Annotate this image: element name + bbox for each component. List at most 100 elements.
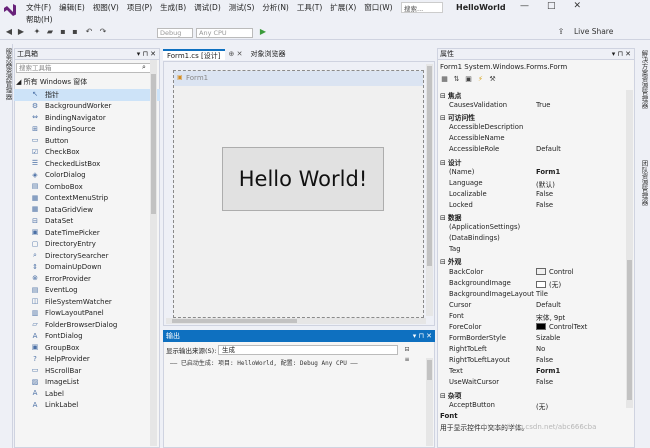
toolbox-item[interactable]: ⚙ BackgroundWorker [14, 101, 160, 113]
property-value[interactable]: ControlText [536, 323, 623, 334]
toolbox-item[interactable]: ▢ DirectoryEntry [14, 239, 160, 251]
maximize-button[interactable]: □ [547, 1, 556, 11]
menu-item[interactable]: 项目(P) [123, 2, 156, 13]
menu-item[interactable]: 文件(F) [22, 2, 55, 13]
property-category[interactable]: 可访问性 [438, 112, 623, 123]
property-value[interactable]: False [536, 356, 623, 367]
toolbox-item[interactable]: ⇔ BindingNavigator [14, 112, 160, 124]
output-scroll-thumb[interactable] [427, 360, 432, 380]
property-value[interactable]: No [536, 345, 623, 356]
property-value[interactable]: Control [536, 268, 623, 279]
property-value[interactable] [536, 112, 623, 123]
property-value[interactable] [536, 90, 623, 101]
toolbox-item[interactable]: ▣ DateTimePicker [14, 227, 160, 239]
toolbox-pin-controls[interactable]: ▾ ⊓ ✕ [137, 49, 159, 60]
output-pin-controls[interactable]: ▾ ⊓ ✕ [413, 330, 435, 342]
alphabetical-icon[interactable]: ⇅ [452, 75, 461, 84]
property-row[interactable]: BackgroundImage (无) [438, 279, 623, 290]
property-value[interactable]: Default [536, 301, 623, 312]
output-source-combo[interactable]: 生成 [218, 345, 398, 355]
toolbox-search-input[interactable]: 搜索工具箱 [16, 63, 157, 73]
property-value[interactable]: True [536, 101, 623, 112]
tab-object-browser[interactable]: 对象浏览器 [246, 49, 289, 60]
menu-item[interactable]: 工具(T) [293, 2, 326, 13]
save-icon[interactable]: ▪ [58, 27, 68, 37]
menu-item[interactable]: 测试(S) [225, 2, 259, 13]
config-combo[interactable]: Debug [157, 28, 193, 38]
property-category[interactable]: 杂项 [438, 390, 623, 401]
platform-combo[interactable]: Any CPU [196, 28, 253, 38]
property-value[interactable]: (默认) [536, 179, 623, 190]
property-value[interactable] [536, 223, 623, 234]
categorized-icon[interactable]: ▦ [440, 75, 449, 84]
toolbox-item[interactable]: ◈ ColorDialog [14, 170, 160, 182]
close-button[interactable]: ✕ [574, 1, 582, 11]
team-explorer-tab[interactable]: 团队资源管理器 [639, 160, 649, 206]
property-row[interactable]: BackgroundImageLayout Tile [438, 290, 623, 301]
toolbox-item[interactable]: ⇕ DomainUpDown [14, 262, 160, 274]
live-share-icon[interactable]: ⇪ [556, 27, 566, 37]
output-toolbar-icons[interactable]: ⊟ ≡ [402, 345, 412, 363]
toolbox-item[interactable]: ▤ EventLog [14, 285, 160, 297]
toolbox-item[interactable]: ▣ GroupBox [14, 342, 160, 354]
new-project-icon[interactable]: ✦ [32, 27, 42, 37]
toolbox-item[interactable]: ▦ ContextMenuStrip [14, 193, 160, 205]
hello-world-button[interactable]: Hello World! [222, 147, 384, 211]
toolbox-item[interactable]: A FontDialog [14, 331, 160, 343]
property-row[interactable]: Locked False [438, 201, 623, 212]
forward-icon[interactable]: ▶ [16, 27, 26, 37]
menu-item[interactable]: 编辑(E) [55, 2, 89, 13]
property-row[interactable]: AccessibleName [438, 134, 623, 145]
property-row[interactable]: FormBorderStyle Sizable [438, 334, 623, 345]
menu-item[interactable]: 生成(B) [156, 2, 190, 13]
output-scrollbar[interactable] [426, 358, 433, 446]
property-value[interactable]: False [536, 201, 623, 212]
toolbox-item[interactable]: ☑ CheckBox [14, 147, 160, 159]
property-category[interactable]: 数据 [438, 212, 623, 223]
property-value[interactable]: 宋体, 9pt [536, 312, 623, 323]
property-row[interactable]: Font 宋体, 9pt [438, 312, 623, 323]
designer-vscroll-thumb[interactable] [427, 66, 432, 266]
toolbox-item[interactable]: A Label [14, 388, 160, 400]
property-row[interactable]: BackColor Control [438, 268, 623, 279]
designer-vscrollbar[interactable] [426, 64, 433, 316]
toolbox-item[interactable]: ⊗ ErrorProvider [14, 273, 160, 285]
property-row[interactable]: Text Form1 [438, 367, 623, 378]
property-row[interactable]: CausesValidation True [438, 101, 623, 112]
toolbox-group-header[interactable]: ◢ 所有 Windows 窗体 [16, 77, 87, 87]
save-all-icon[interactable]: ▪ [70, 27, 80, 37]
menu-item[interactable]: 调试(D) [190, 2, 225, 13]
property-value[interactable]: Sizable [536, 334, 623, 345]
menu-item[interactable]: 帮助(H) [22, 14, 57, 25]
toolbox-item[interactable]: ↖ 指针 [14, 89, 160, 101]
property-value[interactable] [536, 134, 623, 145]
start-icon[interactable]: ▶ [258, 27, 268, 37]
property-value[interactable] [536, 256, 623, 267]
property-pages-icon[interactable]: ⚒ [488, 75, 497, 84]
events-icon[interactable]: ⚡ [476, 75, 485, 84]
property-row[interactable]: (Name) Form1 [438, 168, 623, 179]
property-row[interactable]: (ApplicationSettings) [438, 223, 623, 234]
live-share-button[interactable]: Live Share [574, 27, 613, 36]
toolbox-item[interactable]: ▦ DataGridView [14, 204, 160, 216]
property-row[interactable]: AcceptButton (无) [438, 401, 623, 412]
property-value[interactable]: Form1 [536, 168, 623, 179]
property-row[interactable]: Localizable False [438, 190, 623, 201]
toolbox-item[interactable]: ? HelpProvider [14, 354, 160, 366]
property-row[interactable]: UseWaitCursor False [438, 378, 623, 389]
property-row[interactable]: RightToLeftLayout False [438, 356, 623, 367]
property-row[interactable]: Cursor Default [438, 301, 623, 312]
property-row[interactable]: AccessibleRole Default [438, 145, 623, 156]
tab-form-designer[interactable]: Form1.cs [设计] [163, 49, 225, 60]
property-value[interactable]: Default [536, 145, 623, 156]
toolbox-item[interactable]: ◫ FileSystemWatcher [14, 296, 160, 308]
property-value[interactable] [536, 245, 623, 256]
redo-icon[interactable]: ↷ [98, 27, 108, 37]
toolbox-item[interactable]: ▱ FolderBrowserDialog [14, 319, 160, 331]
properties-object-selector[interactable]: Form1 System.Windows.Forms.Form [440, 63, 567, 71]
menu-item[interactable]: 分析(N) [258, 2, 292, 13]
menu-item[interactable]: 视图(V) [89, 2, 123, 13]
toolbox-item[interactable]: ⊞ BindingSource [14, 124, 160, 136]
back-icon[interactable]: ◀ [4, 27, 14, 37]
toolbox-item[interactable]: ▭ HScrollBar [14, 365, 160, 377]
